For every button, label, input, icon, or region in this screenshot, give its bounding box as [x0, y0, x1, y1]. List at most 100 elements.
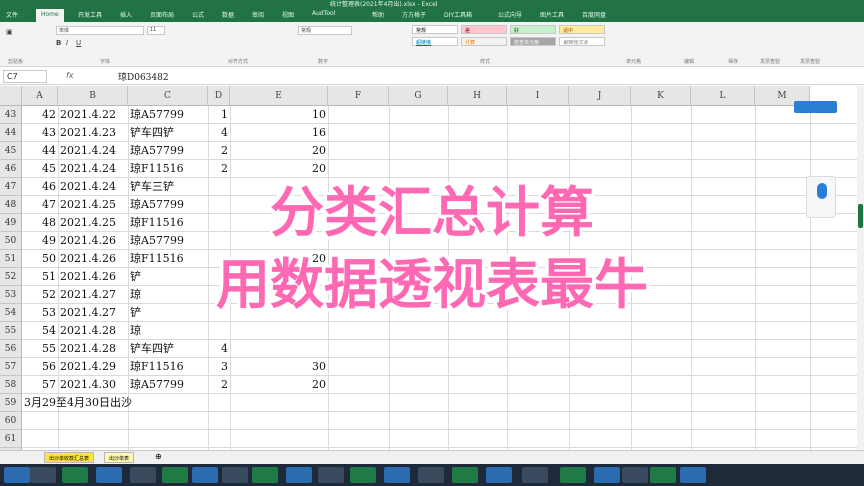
cell-E[interactable]: 20	[232, 142, 326, 160]
tab-9[interactable]: AudTool	[312, 10, 335, 17]
cell-A[interactable]: 54	[24, 322, 56, 340]
paste-button[interactable]: ▣	[6, 28, 13, 36]
taskbar-app-icon[interactable]	[486, 467, 512, 483]
column-header-G[interactable]: G	[389, 86, 448, 106]
row-header[interactable]: 58	[0, 376, 22, 394]
style-calculation[interactable]: 计算	[461, 37, 507, 46]
cell-D[interactable]: 2	[210, 376, 228, 394]
cell-E[interactable]	[232, 412, 326, 430]
tab-3[interactable]: 插入	[120, 10, 132, 19]
cell-B[interactable]: 2021.4.30	[60, 376, 126, 394]
cell-D[interactable]: 1	[210, 106, 228, 124]
cell-D[interactable]	[210, 412, 228, 430]
cell-D[interactable]: 4	[210, 124, 228, 142]
tab-11[interactable]: 方方格子	[402, 10, 426, 19]
cell-D[interactable]	[210, 322, 228, 340]
cell-C[interactable]: 琼F11516	[130, 358, 206, 376]
tab-7[interactable]: 审阅	[252, 10, 264, 19]
taskbar-app-icon[interactable]	[318, 467, 344, 483]
style-hyperlink[interactable]: 超链接	[412, 37, 458, 46]
taskbar-app-icon[interactable]	[522, 467, 548, 483]
number-format-select[interactable]: 常规	[298, 26, 352, 35]
taskbar-app-icon[interactable]	[130, 467, 156, 483]
bold-button[interactable]: B	[56, 39, 61, 47]
cell-A[interactable]: 44	[24, 142, 56, 160]
cell-A[interactable]: 55	[24, 340, 56, 358]
column-header-D[interactable]: D	[208, 86, 230, 106]
cell-A[interactable]: 43	[24, 124, 56, 142]
column-header-L[interactable]: L	[691, 86, 755, 106]
tab-4[interactable]: 页面布局	[150, 10, 174, 19]
cell-D[interactable]: 4	[210, 340, 228, 358]
column-header-H[interactable]: H	[448, 86, 507, 106]
cell-A[interactable]: 56	[24, 358, 56, 376]
taskbar-app-icon[interactable]	[192, 467, 218, 483]
cell-C[interactable]: 琼	[130, 322, 206, 340]
tab-12[interactable]: DIY工具箱	[444, 10, 472, 19]
cell-B[interactable]	[60, 394, 126, 412]
cell-C[interactable]: 铲车四铲	[130, 340, 206, 358]
tab-13[interactable]: 公式向导	[498, 10, 522, 19]
style-good[interactable]: 好	[510, 25, 556, 34]
taskbar-app-icon[interactable]	[594, 467, 620, 483]
taskbar-app-icon[interactable]	[350, 467, 376, 483]
style-check-cell[interactable]: 检查单元格	[510, 37, 556, 46]
fx-icon[interactable]: fx	[66, 71, 74, 80]
taskbar-app-icon[interactable]	[62, 467, 88, 483]
style-explanatory[interactable]: 解释性文本	[559, 37, 605, 46]
cell-E[interactable]	[232, 322, 326, 340]
cell-B[interactable]: 2021.4.28	[60, 322, 126, 340]
cell-E[interactable]: 16	[232, 124, 326, 142]
row-header[interactable]: 60	[0, 412, 22, 430]
row-header[interactable]: 55	[0, 322, 22, 340]
row-header[interactable]: 45	[0, 142, 22, 160]
tab-1[interactable]: Home	[36, 9, 64, 22]
cell-C[interactable]: 琼A57799	[130, 376, 206, 394]
tab-5[interactable]: 公式	[192, 10, 204, 19]
cell-E[interactable]: 20	[232, 376, 326, 394]
cloud-badge[interactable]	[794, 101, 837, 113]
cell-B[interactable]: 2021.4.24	[60, 142, 126, 160]
cell-C[interactable]	[130, 430, 206, 448]
sheet-tab-summary[interactable]: 出沙单收款汇总表	[44, 452, 95, 463]
cell-E[interactable]: 30	[232, 358, 326, 376]
cell-B[interactable]: 2021.4.28	[60, 340, 126, 358]
add-sheet-button[interactable]: ⊕	[152, 452, 165, 463]
italic-button[interactable]: I	[66, 39, 68, 47]
cell-A[interactable]: 42	[24, 106, 56, 124]
cell-C[interactable]	[130, 412, 206, 430]
tab-6[interactable]: 数据	[222, 10, 234, 19]
cell-A[interactable]: 57	[24, 376, 56, 394]
style-bad[interactable]: 差	[461, 25, 507, 34]
style-neutral[interactable]: 适中	[559, 25, 605, 34]
cell-B[interactable]	[60, 412, 126, 430]
taskbar-app-icon[interactable]	[680, 467, 706, 483]
tab-0[interactable]: 文件	[6, 10, 18, 19]
cell-D[interactable]	[210, 394, 228, 412]
cell-C[interactable]	[130, 394, 206, 412]
cell-E[interactable]	[232, 430, 326, 448]
cell-D[interactable]: 3	[210, 358, 228, 376]
sheet-tab-sand[interactable]: 出沙单表	[104, 452, 135, 463]
taskbar-app-icon[interactable]	[4, 467, 30, 483]
font-size-select[interactable]: 11	[147, 26, 165, 35]
row-header[interactable]: 43	[0, 106, 22, 124]
tab-8[interactable]: 视图	[282, 10, 294, 19]
tab-2[interactable]: 开发工具	[78, 10, 102, 19]
cell-C[interactable]: 琼A57799	[130, 106, 206, 124]
taskbar-app-icon[interactable]	[622, 467, 648, 483]
cell-B[interactable]: 2021.4.23	[60, 124, 126, 142]
taskbar-app-icon[interactable]	[650, 467, 676, 483]
column-header-A[interactable]: A	[22, 86, 58, 106]
tab-14[interactable]: 图片工具	[540, 10, 564, 19]
underline-button[interactable]: U	[76, 39, 81, 47]
cell-E[interactable]	[232, 394, 326, 412]
font-name-select[interactable]: 宋体	[56, 26, 144, 35]
cell-D[interactable]	[210, 430, 228, 448]
tab-10[interactable]: 帮助	[372, 10, 384, 19]
column-header-K[interactable]: K	[631, 86, 691, 106]
row-header[interactable]: 61	[0, 430, 22, 448]
column-header-J[interactable]: J	[569, 86, 631, 106]
formula-input[interactable]: 琼D063482	[118, 70, 169, 83]
taskbar-app-icon[interactable]	[162, 467, 188, 483]
